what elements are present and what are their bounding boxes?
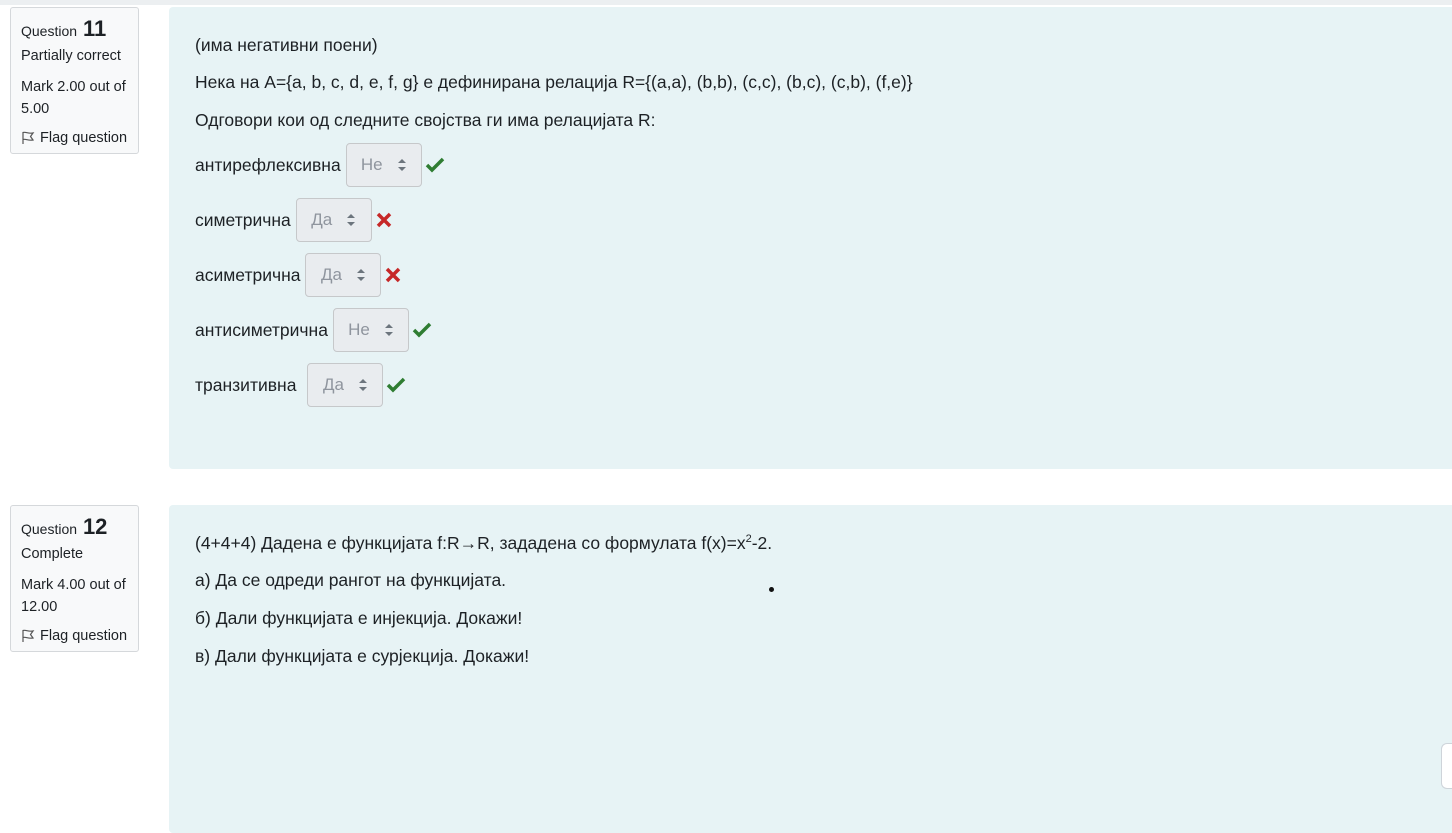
question-state: Complete bbox=[21, 546, 84, 562]
question-prompt: Одговори кои од следните својства ги има… bbox=[195, 110, 656, 130]
question-part-b: б) Дали функцијата е инјекција. Докажи! bbox=[195, 608, 523, 628]
answer-select[interactable]: Не bbox=[345, 143, 422, 187]
property-label: симетрична bbox=[195, 209, 291, 230]
flag-icon bbox=[22, 629, 35, 642]
scroll-edge-handle[interactable] bbox=[1441, 743, 1452, 789]
question-mark: Mark 2.00 out of 5.00 bbox=[21, 79, 126, 117]
question-info-12: Question 12 Complete Mark 4.00 out of 12… bbox=[10, 505, 139, 652]
question-mark: Mark 4.00 out of 12.00 bbox=[21, 577, 126, 615]
property-label: асиметрична bbox=[195, 264, 301, 285]
select-arrows-icon bbox=[384, 323, 394, 337]
question-number: Question 12 bbox=[21, 514, 108, 539]
select-arrows-icon bbox=[358, 378, 368, 392]
question-part-a: а) Да се одреди рангот на функцијата. bbox=[195, 570, 507, 590]
flag-label: Flag question bbox=[40, 628, 128, 644]
correct-check-icon bbox=[386, 376, 406, 394]
flag-label: Flag question bbox=[40, 130, 128, 146]
question-content-11: (има негативни поени) Нека на A={a, b, c… bbox=[169, 7, 1452, 469]
incorrect-cross-icon bbox=[375, 211, 393, 229]
question-intro: (4+4+4) Дадена е функцијата f:R→R, задад… bbox=[195, 533, 773, 553]
answer-row: транзитивна Да bbox=[195, 363, 406, 407]
question-note: (има негативни поени) bbox=[195, 35, 378, 55]
property-label: транзитивна bbox=[195, 374, 297, 395]
flag-icon bbox=[22, 131, 35, 144]
cursor-dot bbox=[769, 587, 774, 592]
answer-row: антисиметрична Не bbox=[195, 308, 432, 352]
question-state: Partially correct bbox=[21, 48, 121, 64]
incorrect-cross-icon bbox=[384, 266, 402, 284]
answer-select[interactable]: Да bbox=[307, 363, 384, 407]
top-border bbox=[0, 0, 1452, 5]
answer-select[interactable]: Да bbox=[295, 198, 372, 242]
question-definition: Нека на A={a, b, c, d, e, f, g} е дефини… bbox=[195, 72, 913, 92]
select-arrows-icon bbox=[356, 268, 366, 282]
flag-question-button[interactable]: Flag question bbox=[21, 130, 128, 146]
answer-row: симетрична Да bbox=[195, 198, 393, 242]
question-part-c: в) Дали функцијата е сурјекција. Докажи! bbox=[195, 646, 530, 666]
answer-row: антирефлексивна Не bbox=[195, 143, 445, 187]
flag-question-button[interactable]: Flag question bbox=[21, 628, 128, 644]
correct-check-icon bbox=[412, 321, 432, 339]
question-info-11: Question 11 Partially correct Mark 2.00 … bbox=[10, 7, 139, 154]
question-content-12: (4+4+4) Дадена е функцијата f:R→R, задад… bbox=[169, 505, 1452, 833]
answer-select[interactable]: Да bbox=[305, 253, 382, 297]
question-number: Question 11 bbox=[21, 16, 107, 41]
select-arrows-icon bbox=[397, 158, 407, 172]
correct-check-icon bbox=[425, 156, 445, 174]
property-label: антисиметрична bbox=[195, 319, 328, 340]
answer-select[interactable]: Не bbox=[332, 308, 409, 352]
select-arrows-icon bbox=[346, 213, 356, 227]
answer-row: асиметрична Да bbox=[195, 253, 402, 297]
property-label: антирефлексивна bbox=[195, 154, 341, 175]
